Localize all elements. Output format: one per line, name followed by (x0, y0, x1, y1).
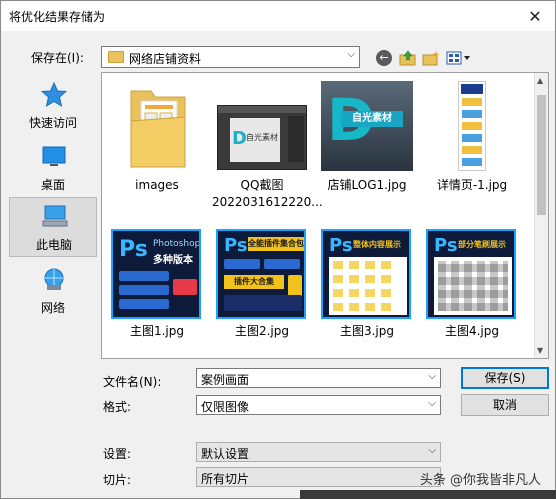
up-folder-button[interactable] (397, 47, 419, 69)
save-button[interactable]: 保存(S) (461, 367, 549, 389)
watermark-text: 头条 @你我皆非凡人 (419, 473, 541, 488)
settings-label: 设置: (103, 447, 132, 461)
folder-icon (130, 90, 186, 168)
title-bar: 将优化结果存储为 ✕ (1, 1, 555, 31)
image-thumbnail (458, 81, 486, 171)
file-name: images (135, 178, 179, 192)
thumb-title-text: 整体内容展示 (353, 240, 401, 249)
chevron-down-icon: ⌵ (428, 445, 436, 456)
file-name: 主图4.jpg (444, 324, 500, 338)
file-name: 店铺LOG1.jpg (327, 178, 407, 192)
star-icon (41, 82, 67, 108)
new-folder-button[interactable] (420, 47, 442, 69)
slices-value: 所有切片 (201, 472, 250, 486)
chevron-down-icon: ⌵ (428, 398, 436, 409)
file-name: 详情页-1.jpg (436, 178, 508, 192)
sidebar-item-label: 网络 (40, 301, 65, 315)
thumb-versions-text: 多种版本 (153, 255, 193, 266)
thumb-ps-text: Ps (119, 237, 148, 262)
sidebar-item-label: 快速访问 (28, 116, 77, 130)
file-name-line-1: QQ截图 (240, 178, 284, 192)
filename-label: 文件名(N): (103, 375, 162, 389)
network-icon (44, 268, 64, 290)
thumb-ps-text: Ps (224, 235, 248, 256)
new-folder-icon (422, 51, 440, 66)
settings-value: 默认设置 (201, 447, 250, 461)
save-dialog: 将优化结果存储为 ✕ 保存在(I): 网络店铺资料 ⌵ ← 快速访问 桌面 此电… (0, 0, 556, 499)
sidebar-item-label: 桌面 (40, 178, 65, 192)
up-folder-icon (399, 50, 416, 66)
image-thumbnail: Ps 全能插件集合包 插件大合集 (216, 229, 306, 319)
thumb-title-text: 部分笔刷展示 (458, 240, 506, 249)
taskbar-strip (300, 490, 556, 499)
format-select[interactable]: 仅限图像 ⌵ (196, 395, 441, 415)
file-name: 主图3.jpg (339, 324, 395, 338)
thumb-photoshop-text: Photoshop (153, 239, 201, 249)
scroll-up-icon[interactable]: ▲ (537, 76, 543, 85)
image-thumbnail: Ps 整体内容展示 (321, 229, 411, 319)
file-list-scrollbar[interactable]: ▲ ▼ (534, 73, 548, 358)
back-button[interactable]: ← (373, 47, 395, 69)
desktop-icon (42, 146, 66, 166)
thumb-logo-text: 自光素材 (341, 111, 403, 127)
view-menu-button[interactable] (445, 47, 473, 69)
chevron-down-icon: ⌵ (347, 49, 355, 60)
file-list: images D 自光素材 QQ截图 2022031612220... D 自光… (101, 72, 549, 359)
file-name-line-2: 2022031612220... (212, 195, 323, 209)
cancel-button[interactable]: 取消 (461, 394, 549, 416)
back-icon: ← (376, 50, 392, 66)
sidebar-item-quick-access[interactable]: 快速访问 (9, 76, 97, 136)
thumb-logo-letter: D (232, 128, 247, 149)
sidebar-item-label: 此电脑 (35, 238, 72, 252)
scrollbar-thumb[interactable] (537, 95, 546, 215)
view-menu-icon (446, 51, 470, 65)
settings-select[interactable]: 默认设置 ⌵ (196, 442, 441, 462)
format-label: 格式: (103, 400, 132, 414)
close-icon: ✕ (528, 6, 542, 26)
thumb-title-text: 全能插件集合包 (248, 237, 304, 251)
places-sidebar: 快速访问 桌面 此电脑 网络 (5, 72, 97, 427)
filename-field[interactable]: 案例画面 ⌵ (196, 368, 441, 388)
image-thumbnail: D 自光素材 (217, 105, 307, 170)
image-thumbnail: D 自光素材 (321, 81, 413, 171)
sidebar-item-this-pc[interactable]: 此电脑 (9, 197, 97, 257)
file-name: 主图1.jpg (129, 324, 185, 338)
save-in-label: 保存在(I): (31, 51, 84, 65)
folder-icon (108, 51, 124, 63)
computer-icon (42, 205, 68, 227)
image-thumbnail: Ps 部分笔刷展示 (426, 229, 516, 319)
thumb-ps-text: Ps (329, 235, 353, 256)
file-name: 主图2.jpg (234, 324, 290, 338)
dialog-title: 将优化结果存储为 (9, 10, 106, 24)
filename-value: 案例画面 (201, 373, 250, 387)
scroll-down-icon[interactable]: ▼ (537, 346, 543, 355)
thumb-subtitle-text: 插件大合集 (224, 275, 284, 289)
thumb-logo-text: 自光素材 (246, 133, 278, 142)
slices-select[interactable]: 所有切片 (196, 467, 441, 487)
image-thumbnail: Ps Photoshop 多种版本 (111, 229, 201, 319)
format-value: 仅限图像 (201, 400, 250, 414)
current-folder: 网络店铺资料 (129, 52, 202, 66)
thumb-ps-text: Ps (434, 235, 458, 256)
sidebar-item-network[interactable]: 网络 (9, 261, 97, 321)
save-in-combo[interactable]: 网络店铺资料 ⌵ (101, 46, 360, 68)
chevron-down-icon: ⌵ (428, 371, 436, 382)
close-button[interactable]: ✕ (521, 4, 549, 28)
sidebar-item-desktop[interactable]: 桌面 (9, 138, 97, 198)
slices-label: 切片: (103, 473, 132, 487)
